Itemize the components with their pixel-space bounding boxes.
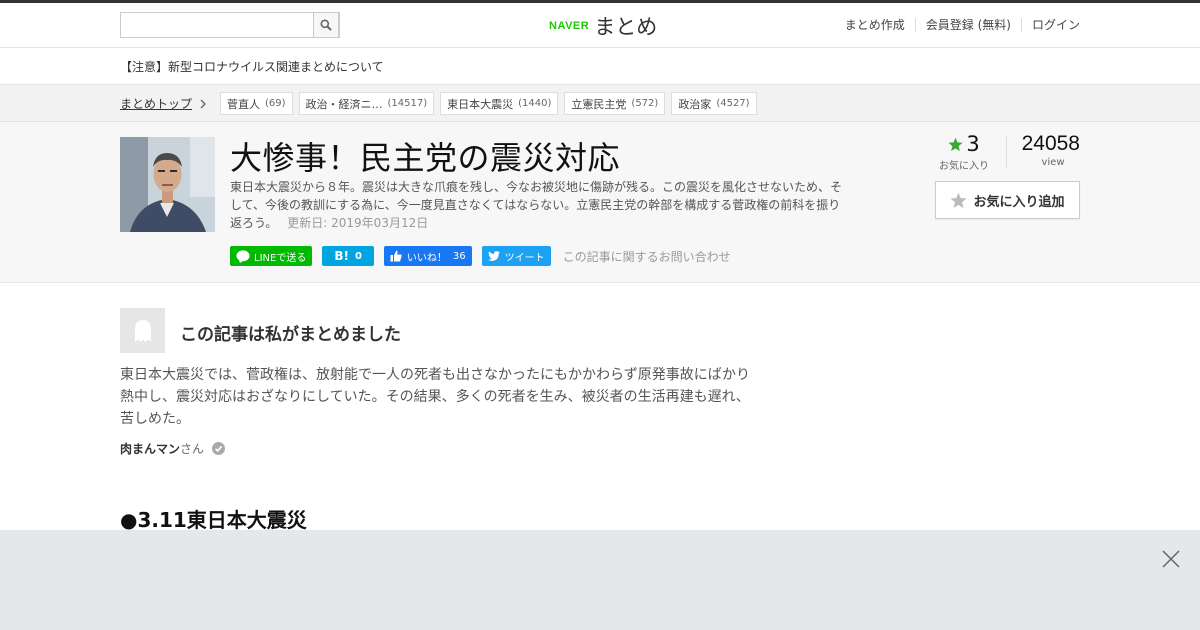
- author-heading: この記事は私がまとめました: [180, 325, 401, 345]
- ghost-avatar-icon: [134, 319, 151, 342]
- tag-item[interactable]: 菅直人 (69): [220, 92, 293, 115]
- create-matome-link[interactable]: まとめ作成: [835, 18, 915, 32]
- line-share-button[interactable]: LINEで送る: [230, 246, 313, 266]
- header-nav: まとめ作成 会員登録 (無料) ログイン: [835, 18, 1080, 32]
- site-logo[interactable]: NAVER まとめ: [549, 11, 657, 41]
- register-link[interactable]: 会員登録 (無料): [914, 18, 1021, 32]
- tag-item[interactable]: 政治・経済ニ… (14517): [298, 92, 435, 115]
- add-favorite-button[interactable]: お気に入り追加: [935, 181, 1080, 219]
- hatena-bookmark-button[interactable]: B! 0: [322, 246, 374, 266]
- login-link[interactable]: ログイン: [1020, 18, 1080, 32]
- favorite-stat: 3 お気に入り: [936, 132, 992, 172]
- thumbs-up-icon: [390, 250, 402, 262]
- search-input[interactable]: [121, 13, 315, 37]
- author-name-row: 肉まんマン さん: [120, 440, 226, 457]
- tag-item[interactable]: 政治家 (4527): [671, 92, 757, 115]
- favorite-count: 3: [966, 132, 980, 156]
- breadcrumb-home-label: まとめトップ: [120, 97, 193, 111]
- article-thumbnail: [120, 137, 215, 232]
- tag-item[interactable]: 立憲民主党 (572): [564, 92, 666, 115]
- tweet-button[interactable]: ツイート: [481, 246, 551, 266]
- star-icon: [950, 192, 967, 208]
- view-stat: 24058 view: [1014, 132, 1080, 168]
- breadcrumb: まとめトップ 菅直人 (69) 政治・経済ニ… (14517) 東日本大震災 (144…: [0, 85, 1200, 122]
- search-icon: [320, 19, 332, 31]
- notice-bar: 【注意】新型コロナウイルス関連まとめについて: [0, 48, 1200, 85]
- twitter-bird-icon: [487, 251, 500, 261]
- view-label: view: [1041, 157, 1065, 168]
- stats-divider: [1006, 136, 1007, 168]
- article-title: 大惨事！民主党の震災対応: [230, 139, 621, 177]
- line-icon: [236, 249, 250, 263]
- share-buttons: LINEで送る B! 0 いいね！ 36 ツイート この記事に関するお問い合わせ: [230, 246, 731, 266]
- star-icon: [948, 137, 963, 151]
- article-header: 大惨事！民主党の震災対応 東日本大震災から８年。震災は大きな爪痕を残し、今なお被…: [0, 122, 1200, 283]
- search-box: [120, 12, 340, 38]
- logo-naver: NAVER: [549, 20, 590, 32]
- avatar[interactable]: [120, 308, 165, 353]
- site-header: NAVER まとめ まとめ作成 会員登録 (無料) ログイン: [0, 3, 1200, 48]
- article-body: この記事は私がまとめました 東日本大震災では、菅政権は、放射能で一人の死者も出さ…: [0, 283, 1200, 532]
- section-heading: ●3.11東日本大震災: [120, 508, 307, 532]
- hatena-icon: B!: [334, 249, 349, 263]
- ad-banner: [0, 530, 1200, 630]
- breadcrumb-home[interactable]: まとめトップ: [120, 95, 207, 112]
- notice-link[interactable]: 【注意】新型コロナウイルス関連まとめについて: [120, 58, 384, 75]
- facebook-like-button[interactable]: いいね！ 36: [383, 246, 472, 266]
- author-comment: 東日本大震災では、菅政権は、放射能で一人の死者も出さなかったにもかかわらず原発事…: [120, 367, 750, 427]
- close-icon[interactable]: [1161, 549, 1181, 569]
- tag-list: 菅直人 (69) 政治・経済ニ… (14517) 東日本大震災 (1440) 立憲民主…: [220, 92, 763, 115]
- author-suffix: さん: [180, 442, 205, 456]
- updated-date: 更新日: 2019年03月12日: [287, 216, 429, 230]
- inquiry-link[interactable]: この記事に関するお問い合わせ: [563, 248, 731, 265]
- search-button[interactable]: [313, 12, 339, 38]
- article-description: 東日本大震災から８年。震災は大きな爪痕を残し、今なお被災地に傷跡が残る。この震災…: [230, 178, 850, 232]
- chevron-right-icon: [200, 99, 206, 108]
- favorite-label: お気に入り: [939, 161, 989, 172]
- view-count: 24058: [1021, 132, 1080, 155]
- logo-matome: まとめ: [594, 15, 658, 39]
- verified-check-icon: [212, 442, 226, 455]
- tag-item[interactable]: 東日本大震災 (1440): [440, 92, 559, 115]
- author-name[interactable]: 肉まんマン: [120, 440, 180, 457]
